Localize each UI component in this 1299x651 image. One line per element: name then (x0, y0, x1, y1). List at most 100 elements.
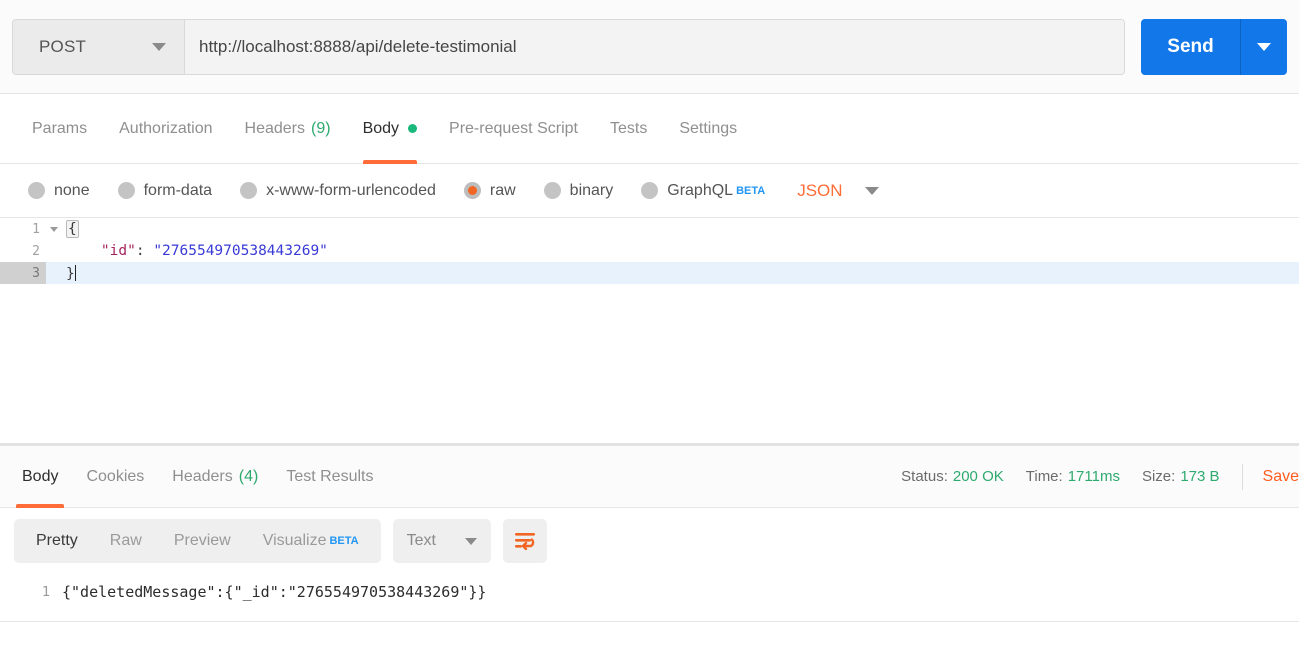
radio-selected-icon (463, 182, 481, 199)
body-type-label: form-data (143, 181, 213, 199)
headers-count: (9) (311, 119, 331, 137)
code-text: { (62, 220, 79, 238)
tab-label: Body (362, 119, 400, 137)
body-type-none[interactable]: none (28, 182, 90, 200)
close-brace: } (66, 265, 75, 282)
json-colon: : (135, 243, 154, 259)
http-method-dropdown[interactable]: POST (13, 19, 185, 74)
tab-label: Test Results (286, 467, 374, 485)
url-input[interactable]: http://localhost:8888/api/delete-testimo… (185, 19, 1124, 74)
word-wrap-icon (514, 533, 535, 550)
send-button-group: Send (1141, 18, 1287, 75)
tab-authorization[interactable]: Authorization (103, 94, 228, 164)
radio-icon (117, 182, 135, 199)
tab-label: Headers (244, 119, 305, 137)
tab-settings[interactable]: Settings (663, 94, 753, 164)
response-toolbar: Pretty Raw Preview Visualize BETA Text (0, 508, 1299, 574)
line-number: 2 (0, 240, 46, 262)
tab-label: Pre-request Script (449, 119, 578, 137)
response-tab-cookies[interactable]: Cookies (72, 446, 158, 508)
line-number: 1 (0, 218, 46, 240)
response-body-text: {"deletedMessage":{"_id":"27655497053844… (62, 583, 487, 601)
time-label: Time: (1025, 468, 1063, 485)
send-options-button[interactable] (1241, 18, 1287, 75)
postman-request-response-view: POST http://localhost:8888/api/delete-te… (0, 0, 1299, 651)
view-mode-preview[interactable]: Preview (158, 519, 247, 563)
word-wrap-toggle-button[interactable] (502, 519, 547, 563)
response-format-dropdown[interactable]: Text (392, 519, 491, 563)
response-view-mode-group: Pretty Raw Preview Visualize BETA (14, 519, 381, 563)
view-mode-pretty[interactable]: Pretty (20, 519, 94, 563)
body-type-form-data[interactable]: form-data (117, 181, 213, 200)
request-body-editor[interactable]: 1 { 2 "id": "276554970538443269" 3 } (0, 218, 1299, 443)
response-tab-test-results[interactable]: Test Results (272, 446, 387, 508)
size-value: 173 B (1180, 468, 1220, 485)
status-badge: Status: 200 OK (901, 468, 1004, 485)
size-label: Size: (1141, 468, 1176, 485)
divider (1241, 463, 1243, 490)
content-type-label: JSON (797, 180, 843, 200)
open-brace: { (66, 220, 79, 238)
view-mode-raw[interactable]: Raw (94, 519, 158, 563)
body-type-x-www-form-urlencoded[interactable]: x-www-form-urlencoded (240, 182, 436, 200)
body-type-raw[interactable]: raw (463, 181, 516, 200)
body-type-label: raw (489, 181, 516, 199)
method-url-group: POST http://localhost:8888/api/delete-te… (12, 18, 1125, 75)
beta-badge: BETA (329, 535, 359, 547)
tab-label: Settings (679, 119, 738, 137)
size-badge: Size: 173 B (1142, 468, 1220, 485)
content-type-dropdown[interactable]: JSON (797, 180, 879, 201)
json-key: "id" (100, 243, 136, 259)
response-tab-headers[interactable]: Headers (4) (158, 446, 272, 508)
body-type-label: x-www-form-urlencoded (266, 181, 436, 199)
code-text: } (62, 264, 76, 282)
response-format-label: Text (406, 532, 436, 549)
time-value: 1711ms (1067, 468, 1120, 485)
tab-headers[interactable]: Headers (9) (229, 94, 347, 164)
code-text: "id": "276554970538443269" (62, 243, 328, 259)
body-type-label: GraphQL (667, 181, 734, 199)
body-type-selector: none form-data x-www-form-urlencoded raw… (0, 164, 1299, 218)
response-tab-body[interactable]: Body (8, 446, 72, 508)
view-mode-label: Visualize (262, 532, 327, 549)
tab-pre-request-script[interactable]: Pre-request Script (433, 94, 594, 164)
text-cursor (74, 264, 76, 281)
body-type-label: binary (569, 181, 614, 199)
tab-tests[interactable]: Tests (594, 94, 663, 164)
radio-icon (28, 182, 45, 199)
beta-badge: BETA (736, 184, 766, 197)
fold-toggle-icon[interactable] (46, 226, 62, 232)
line-number: 3 (0, 262, 46, 284)
url-bar: POST http://localhost:8888/api/delete-te… (0, 0, 1299, 94)
response-headers-count: (4) (238, 467, 259, 485)
tab-label: Authorization (119, 119, 213, 137)
json-value: "276554970538443269" (153, 243, 328, 259)
tab-params[interactable]: Params (16, 94, 103, 164)
chevron-down-icon (1257, 42, 1271, 51)
body-type-binary[interactable]: binary (543, 181, 614, 200)
status-label: Status: (901, 468, 948, 485)
body-type-graphql[interactable]: GraphQL BETA (641, 182, 765, 200)
radio-icon (641, 182, 659, 199)
code-line-active[interactable]: 3 } (0, 262, 1299, 284)
code-line[interactable]: 2 "id": "276554970538443269" (0, 240, 1299, 262)
chevron-down-icon (464, 537, 477, 545)
body-present-dot-icon (408, 124, 418, 133)
tab-label: Headers (172, 467, 233, 485)
response-body-viewer[interactable]: 1 {"deletedMessage":{"_id":"276554970538… (0, 574, 1299, 622)
view-mode-visualize[interactable]: Visualize BETA (247, 519, 375, 563)
tab-label: Params (32, 119, 88, 137)
tab-label: Tests (609, 119, 648, 137)
chevron-down-icon (152, 42, 166, 51)
tab-body[interactable]: Body (347, 94, 433, 164)
code-line[interactable]: 1 { (0, 218, 1299, 240)
tab-label: Body (22, 467, 59, 485)
status-value: 200 OK (952, 468, 1004, 485)
radio-icon (240, 182, 258, 199)
save-response-link[interactable]: Save (1263, 468, 1299, 486)
tab-label: Cookies (86, 467, 145, 485)
send-button[interactable]: Send (1141, 18, 1241, 75)
radio-icon (543, 182, 561, 199)
url-text: http://localhost:8888/api/delete-testimo… (199, 36, 517, 56)
response-code-line: 1 {"deletedMessage":{"_id":"276554970538… (0, 574, 1299, 604)
